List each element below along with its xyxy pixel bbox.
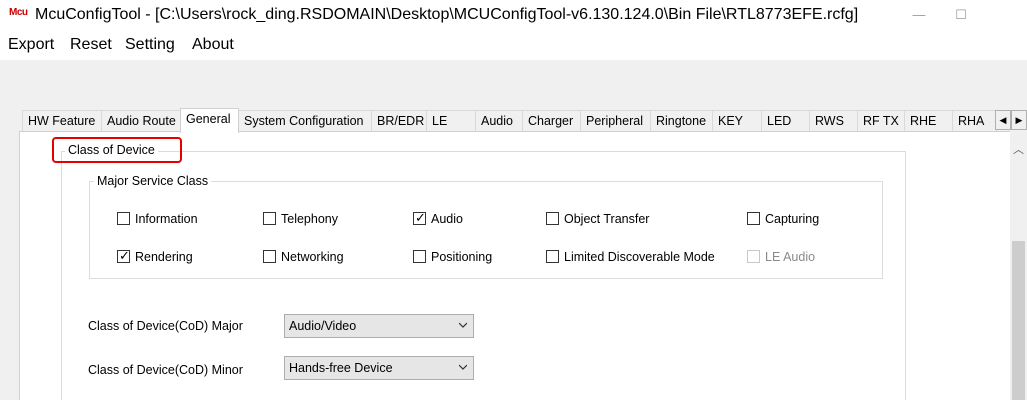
cod-major-label: Class of Device(CoD) Major [88, 319, 243, 333]
checkbox-label: Rendering [135, 250, 193, 264]
app-logo-icon: Mcu [9, 7, 28, 18]
cod-major-value: Audio/Video [289, 319, 357, 333]
checkbox-label: Telephony [281, 212, 338, 226]
tab-audio-route[interactable]: Audio Route [101, 110, 181, 132]
tab-general[interactable]: General [180, 108, 239, 133]
tab-rhe[interactable]: RHE [904, 110, 953, 132]
window-title: McuConfigTool - [C:\Users\rock_ding.RSDO… [35, 6, 859, 23]
vertical-scrollbar[interactable]: ︿ [1010, 131, 1027, 400]
tab-rf-tx[interactable]: RF TX [857, 110, 905, 132]
checkbox-label: Audio [431, 212, 463, 226]
tab-led[interactable]: LED [761, 110, 810, 132]
tab-system-configuration[interactable]: System Configuration [238, 110, 372, 132]
checkbox-label: Capturing [765, 212, 820, 226]
tab-peripheral[interactable]: Peripheral [580, 110, 651, 132]
checkbox-label: Information [135, 212, 198, 226]
tab-ringtone[interactable]: Ringtone [650, 110, 713, 132]
chevron-down-icon [459, 364, 467, 370]
menu-setting[interactable]: Setting [125, 36, 175, 54]
checkbox-label: Positioning [431, 250, 493, 264]
tab-key[interactable]: KEY [712, 110, 762, 132]
cod-minor-select[interactable]: Hands-free Device [284, 356, 474, 380]
title-bar: Mcu McuConfigTool - [C:\Users\rock_ding.… [0, 0, 1027, 31]
tab-charger[interactable]: Charger [522, 110, 581, 132]
tab-scroll-right-icon[interactable]: ▶ [1011, 110, 1027, 130]
checkbox-label: Networking [281, 250, 344, 264]
scroll-up-icon[interactable]: ︿ [1013, 141, 1024, 157]
tab-scroll-left-icon[interactable]: ◀ [995, 110, 1011, 130]
maximize-icon[interactable]: ☐ [946, 5, 976, 25]
minimize-icon[interactable]: — [904, 5, 934, 25]
check-mark-icon: ✓ [119, 248, 130, 263]
scrollbar-thumb[interactable] [1012, 241, 1025, 400]
menu-export[interactable]: Export [8, 36, 54, 54]
menu-reset[interactable]: Reset [70, 36, 112, 54]
cod-minor-value: Hands-free Device [289, 361, 393, 375]
cod-major-select[interactable]: Audio/Video [284, 314, 474, 338]
tab-strip: HW Feature Audio Route General System Co… [0, 108, 1027, 133]
general-tab-pane: Class of Device Major Service Class Info… [19, 131, 1027, 400]
checkbox-box[interactable] [263, 250, 276, 263]
checkbox-label: Limited Discoverable Mode [564, 250, 715, 264]
checkbox-box[interactable] [413, 250, 426, 263]
tab-hw-feature[interactable]: HW Feature [22, 110, 102, 132]
checkbox-box[interactable] [263, 212, 276, 225]
menu-about[interactable]: About [192, 36, 234, 54]
checkbox-box[interactable]: ✓ [413, 210, 426, 225]
tab-br-edr[interactable]: BR/EDR [371, 110, 427, 132]
cod-minor-label: Class of Device(CoD) Minor [88, 363, 243, 377]
tab-rha[interactable]: RHA [952, 110, 997, 132]
checkbox-box[interactable] [546, 250, 559, 263]
checkbox-box[interactable] [747, 212, 760, 225]
highlight-box [52, 137, 182, 163]
checkbox-box [747, 250, 760, 263]
major-service-class-title: Major Service Class [94, 174, 212, 188]
checkbox-box[interactable] [117, 212, 130, 225]
checkbox-label: LE Audio [765, 250, 816, 264]
chevron-down-icon [459, 322, 467, 328]
checkbox-box[interactable]: ✓ [117, 248, 130, 263]
checkbox-label: Object Transfer [564, 212, 650, 226]
check-mark-icon: ✓ [415, 210, 426, 225]
tab-rws[interactable]: RWS [809, 110, 858, 132]
menu-bar: Export Reset Setting About [0, 31, 1027, 60]
tab-audio[interactable]: Audio [475, 110, 523, 132]
checkbox-box[interactable] [546, 212, 559, 225]
tab-le[interactable]: LE [426, 110, 476, 132]
